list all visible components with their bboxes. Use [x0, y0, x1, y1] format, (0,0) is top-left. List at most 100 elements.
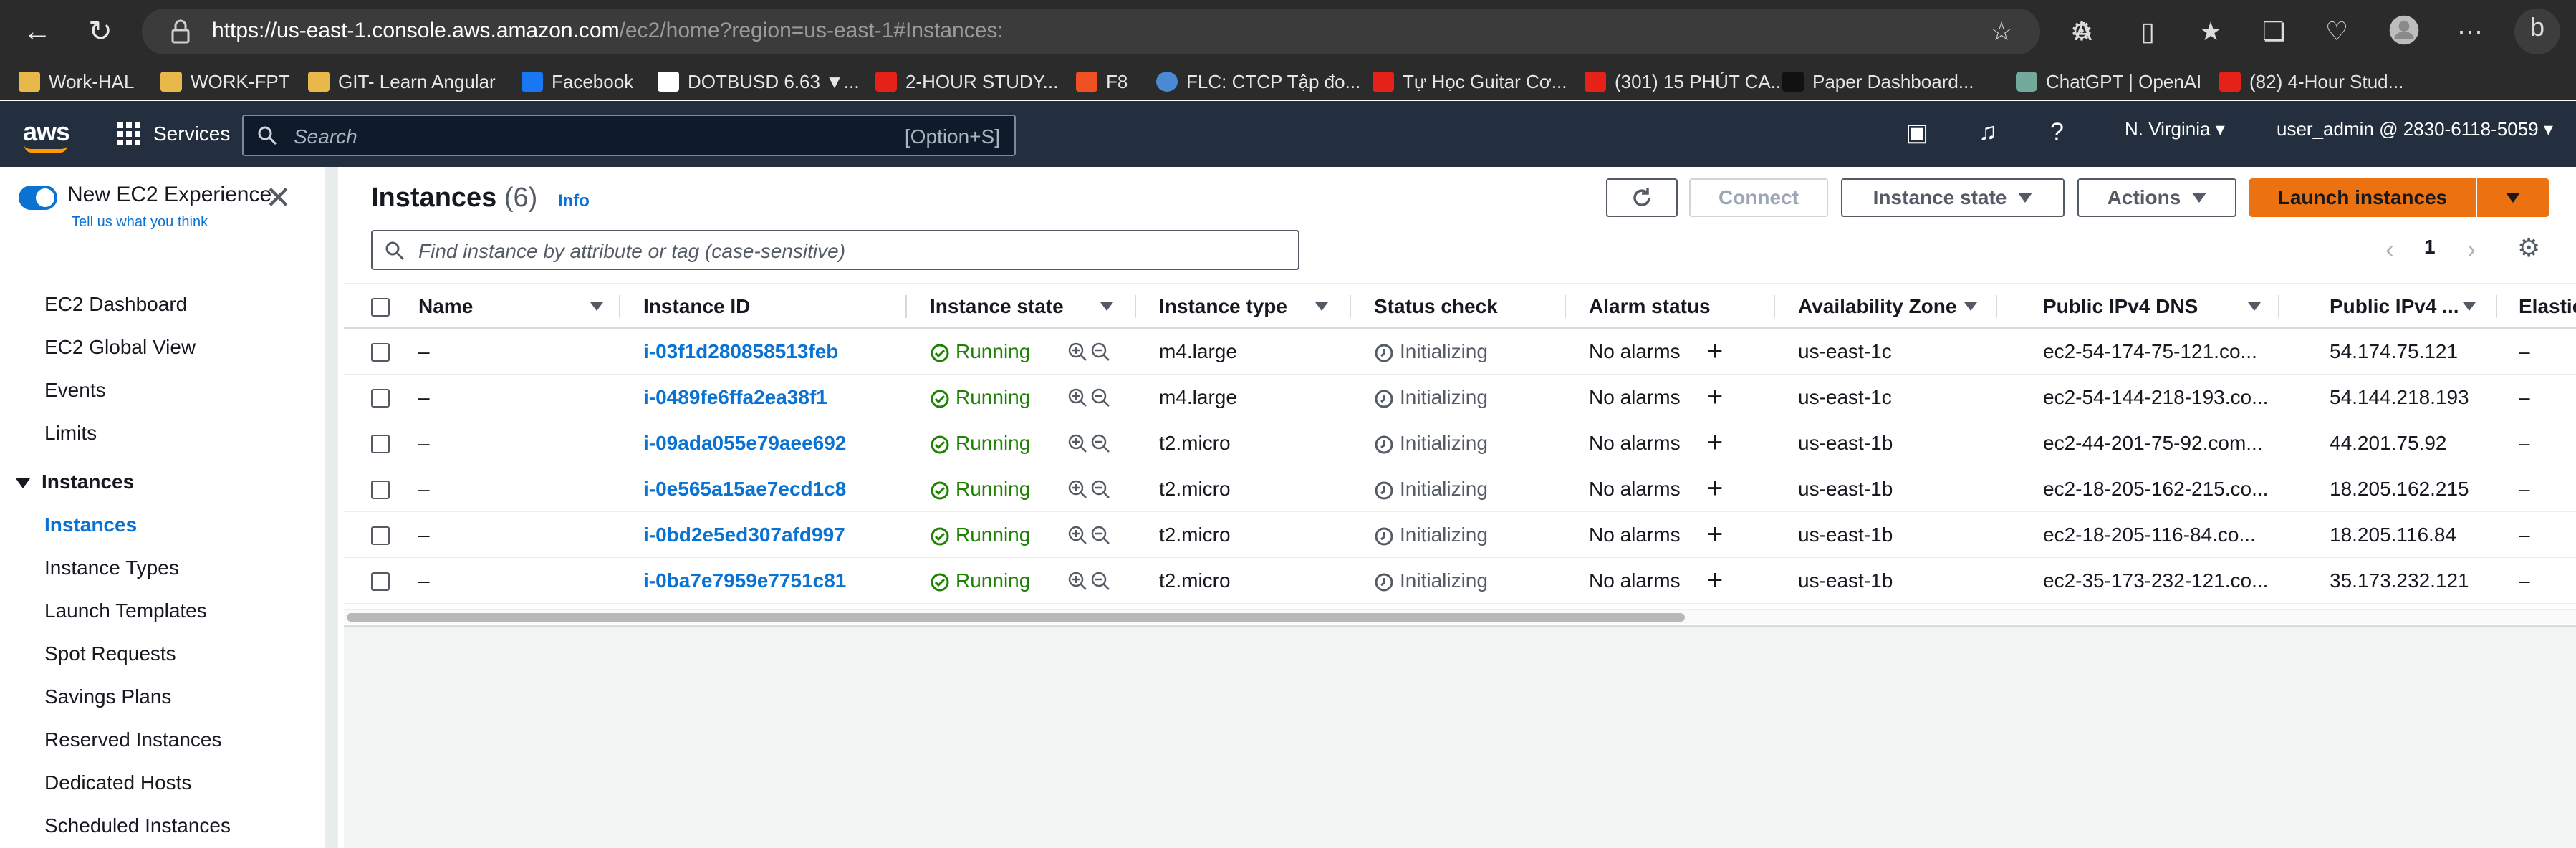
- table-row[interactable]: – i-0e565a15ae7ecd1c8 Running t2.micro Initi…: [344, 466, 2576, 512]
- account-menu[interactable]: user_admin @ 2830-6118-5059 ▾: [2277, 118, 2553, 140]
- bookmark-item[interactable]: ChatGPT | OpenAI: [2016, 69, 2201, 95]
- bookmark-item[interactable]: FLC: CTCP Tập đo...: [1156, 69, 1360, 95]
- bookmark-item[interactable]: Tự Học Guitar Cơ...: [1373, 69, 1567, 95]
- next-page-icon[interactable]: ›: [2467, 234, 2476, 264]
- services-button[interactable]: Services: [117, 118, 230, 150]
- sort-caret-icon[interactable]: [590, 302, 603, 311]
- column-resizer[interactable]: [1565, 295, 1566, 318]
- instance-state-dropdown[interactable]: Instance state: [1841, 178, 2065, 217]
- bookmark-item[interactable]: Work-HAL: [19, 69, 134, 95]
- add-alarm-icon[interactable]: +: [1706, 558, 1723, 602]
- column-header[interactable]: Instance type: [1159, 284, 1287, 329]
- region-selector[interactable]: N. Virginia ▾: [2125, 118, 2225, 140]
- settings-gear-icon[interactable]: ⚙: [2517, 233, 2540, 263]
- column-resizer[interactable]: [1996, 295, 1997, 318]
- sidebar-item-limits[interactable]: Limits: [44, 422, 97, 445]
- row-checkbox[interactable]: [371, 526, 390, 545]
- sort-caret-icon[interactable]: [2463, 302, 2476, 311]
- launch-instances-button[interactable]: Launch instances: [2249, 178, 2476, 217]
- row-checkbox[interactable]: [371, 389, 390, 408]
- column-header[interactable]: Elastic: [2519, 284, 2576, 329]
- bookmark-item[interactable]: F8: [1076, 69, 1128, 95]
- page-number[interactable]: 1: [2424, 236, 2436, 259]
- column-resizer[interactable]: [905, 295, 907, 318]
- bookmark-item[interactable]: 2-HOUR STUDY...: [875, 69, 1058, 95]
- table-row[interactable]: – i-09ada055e79aee692 Running t2.micro Initi…: [344, 420, 2576, 466]
- close-sidebar-icon[interactable]: ✕: [265, 183, 292, 214]
- add-alarm-icon[interactable]: +: [1706, 329, 1723, 373]
- sidebar-section-instances[interactable]: Instances: [16, 471, 134, 493]
- row-checkbox[interactable]: [371, 435, 390, 453]
- zoom-in-out-icon[interactable]: [1067, 433, 1113, 457]
- bookmark-item[interactable]: DOTBUSD 6.63 ▼...: [658, 69, 860, 95]
- search-input[interactable]: Search [Option+S]: [242, 115, 1016, 156]
- add-alarm-icon[interactable]: +: [1706, 466, 1723, 511]
- column-resizer[interactable]: [619, 295, 620, 318]
- sidebar-item-ec2-global-view[interactable]: EC2 Global View: [44, 336, 196, 359]
- cell-id[interactable]: i-0ba7e7959e7751c81: [643, 569, 846, 592]
- column-header[interactable]: Availability Zone: [1798, 284, 1956, 329]
- split-screen-icon[interactable]: ▯: [2129, 13, 2166, 50]
- back-arrow-icon[interactable]: ←: [17, 11, 57, 52]
- column-header[interactable]: Alarm status: [1589, 284, 1711, 329]
- connect-button[interactable]: Connect: [1689, 178, 1828, 217]
- bookmark-item[interactable]: Paper Dashboard...: [1782, 69, 1974, 95]
- zoom-in-out-icon[interactable]: [1067, 571, 1113, 594]
- zoom-in-out-icon[interactable]: [1067, 479, 1113, 503]
- column-header[interactable]: Public IPv4 ...: [2330, 284, 2459, 329]
- row-checkbox[interactable]: [371, 481, 390, 499]
- bookmark-item[interactable]: WORK-FPT: [160, 69, 290, 95]
- column-header[interactable]: Instance ID: [643, 284, 750, 329]
- bookmark-item[interactable]: Facebook: [522, 69, 633, 95]
- select-all-checkbox[interactable]: [371, 298, 390, 317]
- cell-id[interactable]: i-0489fe6ffa2ea38f1: [643, 386, 827, 408]
- zoom-in-out-icon[interactable]: [1067, 342, 1113, 365]
- sort-caret-icon[interactable]: [2248, 302, 2261, 311]
- more-icon[interactable]: ⋯: [2451, 13, 2489, 50]
- bookmark-item[interactable]: (301) 15 PHÚT CA...: [1585, 69, 1786, 95]
- profile-avatar-icon[interactable]: [2385, 13, 2423, 50]
- health-icon[interactable]: ♡: [2318, 13, 2355, 50]
- sidebar-item-instance-types[interactable]: Instance Types: [44, 556, 179, 579]
- cell-id[interactable]: i-09ada055e79aee692: [643, 432, 846, 454]
- prev-page-icon[interactable]: ‹: [2385, 234, 2394, 264]
- table-row[interactable]: – i-03f1d280858513feb Running m4.large Initi…: [344, 329, 2576, 375]
- table-row[interactable]: – i-0bd2e5ed307afd997 Running t2.micro Initi…: [344, 512, 2576, 558]
- column-resizer[interactable]: [1135, 295, 1136, 318]
- zoom-in-out-icon[interactable]: [1067, 525, 1113, 549]
- horizontal-scrollbar[interactable]: [344, 610, 2576, 624]
- column-resizer[interactable]: [2278, 295, 2279, 318]
- sidebar-item-events[interactable]: Events: [44, 379, 106, 402]
- collections-icon[interactable]: ❏: [2255, 13, 2292, 50]
- bookmark-item[interactable]: (82) 4-Hour Stud...: [2219, 69, 2403, 95]
- favorites-icon[interactable]: ★: [2192, 13, 2229, 50]
- sidebar-item-ec2-dashboard[interactable]: EC2 Dashboard: [44, 293, 187, 316]
- sidebar-item-dedicated-hosts[interactable]: Dedicated Hosts: [44, 771, 191, 794]
- cell-id[interactable]: i-0e565a15ae7ecd1c8: [643, 478, 846, 500]
- sort-caret-icon[interactable]: [1315, 302, 1328, 311]
- table-row[interactable]: – i-0489fe6ffa2ea38f1 Running m4.large Initi…: [344, 375, 2576, 420]
- new-experience-toggle[interactable]: [19, 186, 57, 210]
- sidebar-item-launch-templates[interactable]: Launch Templates: [44, 599, 207, 622]
- column-resizer[interactable]: [1774, 295, 1775, 318]
- refresh-button[interactable]: [1606, 178, 1678, 217]
- sidebar-item-spot-requests[interactable]: Spot Requests: [44, 642, 176, 665]
- help-icon[interactable]: ?: [2050, 118, 2064, 146]
- zoom-in-out-icon[interactable]: [1067, 387, 1113, 411]
- row-checkbox[interactable]: [371, 572, 390, 591]
- row-checkbox[interactable]: [371, 343, 390, 362]
- filter-instances-input[interactable]: Find instance by attribute or tag (case-…: [371, 230, 1299, 270]
- table-row[interactable]: – i-0ba7e7959e7751c81 Running t2.micro Initi…: [344, 558, 2576, 604]
- sort-caret-icon[interactable]: [1100, 302, 1113, 311]
- cell-id[interactable]: i-0bd2e5ed307afd997: [643, 524, 845, 546]
- bookmark-item[interactable]: GIT- Learn Angular: [308, 69, 496, 95]
- column-header[interactable]: Name: [418, 284, 473, 329]
- bing-icon[interactable]: b: [2514, 9, 2560, 54]
- sidebar-item-scheduled-instances[interactable]: Scheduled Instances: [44, 814, 231, 837]
- column-resizer[interactable]: [1350, 295, 1351, 318]
- cell-id[interactable]: i-03f1d280858513feb: [643, 340, 838, 362]
- reload-icon[interactable]: ↻: [80, 11, 120, 52]
- aws-logo[interactable]: aws: [23, 117, 70, 147]
- address-bar[interactable]: https://us-east-1.console.aws.amazon.com…: [142, 9, 2092, 54]
- favorite-star-icon[interactable]: ☆: [1983, 13, 2020, 50]
